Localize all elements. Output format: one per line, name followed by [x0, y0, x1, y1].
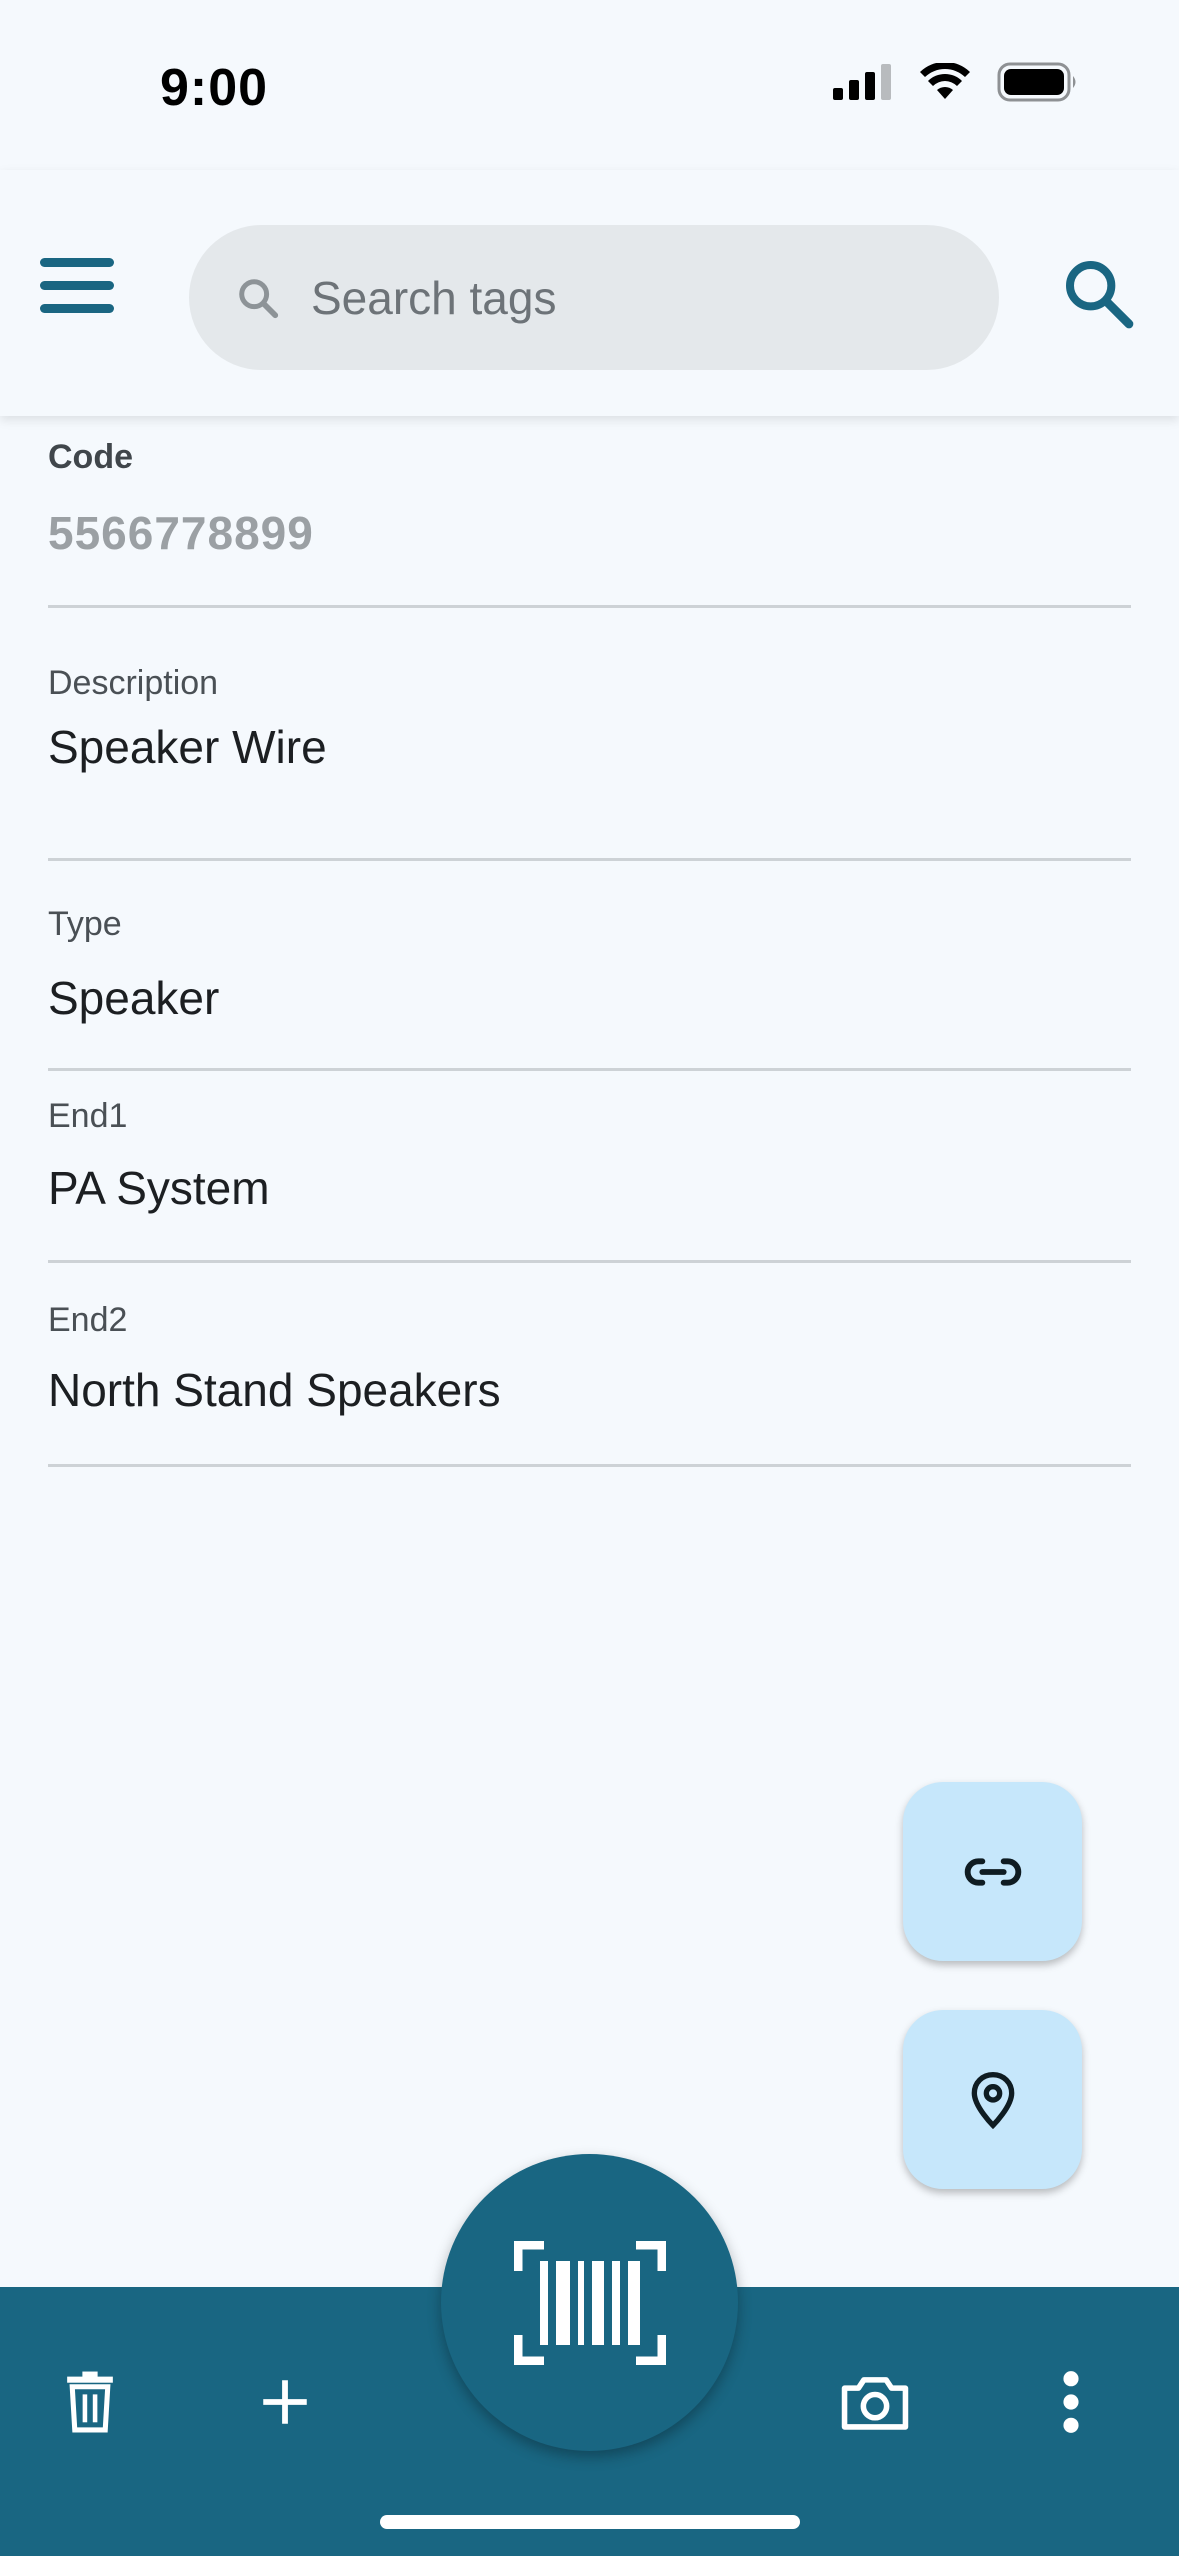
add-button[interactable]	[230, 2347, 340, 2457]
end1-label: End1	[48, 1097, 128, 1135]
search-button[interactable]	[1059, 254, 1139, 334]
cellular-signal-icon	[833, 64, 891, 100]
delete-button[interactable]	[35, 2347, 145, 2457]
status-bar: 9:00	[0, 0, 1179, 170]
link-icon	[964, 1857, 1021, 1886]
code-field: Code 5566778899	[48, 416, 1131, 608]
status-time: 9:00	[160, 59, 269, 117]
code-value: 5566778899	[48, 507, 314, 559]
more-options-button[interactable]	[1016, 2347, 1126, 2457]
end2-label: End2	[48, 1301, 128, 1339]
type-field[interactable]: Type Speaker	[48, 861, 1131, 1071]
tag-detail-form: Code 5566778899 Description Speaker Wire…	[48, 416, 1131, 1467]
description-value[interactable]: Speaker Wire	[48, 720, 327, 774]
type-label: Type	[48, 905, 122, 943]
search-icon	[239, 278, 279, 318]
search-input[interactable]	[311, 270, 951, 325]
screen: 9:00 Search tags Code 5566778899 Descrip…	[0, 0, 1179, 2556]
type-value[interactable]: Speaker	[48, 971, 219, 1025]
wifi-icon	[920, 63, 970, 99]
link-button[interactable]	[903, 1782, 1082, 1961]
end2-value[interactable]: North Stand Speakers	[48, 1363, 501, 1417]
trash-icon	[67, 2371, 113, 2433]
end1-field[interactable]: End1 PA System	[48, 1071, 1131, 1263]
home-indicator[interactable]	[380, 2515, 800, 2529]
menu-icon	[40, 258, 128, 313]
description-field[interactable]: Description Speaker Wire	[48, 608, 1131, 861]
description-label: Description	[48, 664, 219, 702]
location-button[interactable]	[903, 2010, 1082, 2189]
plus-icon	[263, 2380, 307, 2424]
camera-button[interactable]	[820, 2347, 930, 2457]
menu-button[interactable]	[40, 258, 128, 328]
end2-field[interactable]: End2 North Stand Speakers	[48, 1263, 1131, 1467]
battery-icon	[997, 62, 1076, 102]
top-app-bar	[0, 170, 1179, 416]
barcode-scan-icon	[513, 2240, 666, 2365]
search-icon	[1066, 261, 1134, 329]
more-vertical-icon	[1063, 2371, 1079, 2433]
scan-barcode-button[interactable]	[441, 2154, 738, 2451]
camera-icon	[841, 2377, 909, 2430]
search-bar[interactable]	[189, 225, 999, 370]
code-label: Code	[48, 438, 133, 476]
location-pin-icon	[971, 2071, 1014, 2129]
status-icons	[833, 62, 1079, 102]
end1-value[interactable]: PA System	[48, 1161, 270, 1215]
